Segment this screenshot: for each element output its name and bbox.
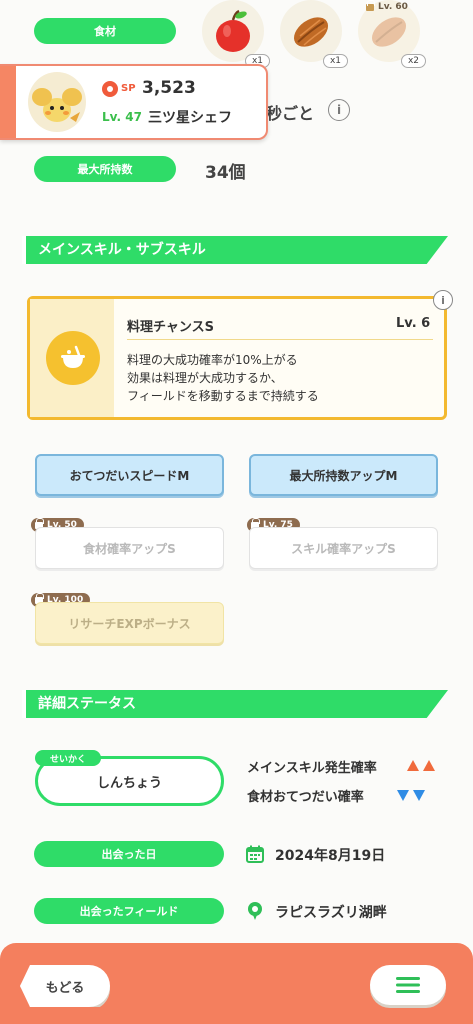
apple-icon	[216, 9, 250, 52]
nature-effect-2-label: 食材おてつだい確率	[247, 790, 364, 805]
lock-icon	[366, 0, 375, 11]
main-skill-divider	[127, 339, 433, 340]
ingredient-qty: x1	[322, 54, 348, 68]
menu-button[interactable]	[370, 965, 446, 1005]
back-button-label: もどる	[45, 980, 85, 996]
met-date-label: 出会った日	[34, 841, 224, 867]
up-arrows-icon	[407, 760, 435, 771]
main-skill-card[interactable]: 料理チャンスS Lv. 6 料理の大成功確率が10%上がる 効果は料理が大成功す…	[27, 296, 447, 420]
card-stripe	[0, 66, 16, 138]
sp-icon	[102, 81, 118, 97]
details-section-title: 詳細ステータス	[38, 696, 136, 712]
met-field-label: 出会ったフィールド	[34, 898, 224, 924]
main-skill-desc-2: 効果は料理が大成功するか、	[127, 371, 283, 385]
main-skill-level: Lv. 6	[396, 316, 431, 331]
main-skill-name: 料理チャンスS	[127, 320, 214, 335]
max-carry-value: 34個	[205, 163, 246, 183]
pokemon-card[interactable]: SP 3,523 Lv. 47 三ツ星シェフ	[0, 64, 268, 140]
sub-skill-button-5[interactable]: リサーチEXPボーナス	[35, 602, 224, 644]
ingredient-slot-1[interactable]: x1	[202, 0, 270, 68]
main-skill-icon-panel	[30, 299, 114, 417]
unlock-level-tag: Lv. 60	[362, 0, 415, 14]
main-skill-desc-3: フィールドを移動するまで持続する	[127, 389, 319, 403]
back-button[interactable]: もどる	[20, 965, 110, 1007]
sub-skill-button-4[interactable]: スキル確率アップS	[249, 527, 438, 569]
help-interval-text: 秒ごと	[266, 104, 315, 123]
down-arrows-icon	[397, 790, 425, 801]
pokemon-title: 三ツ星シェフ	[148, 110, 232, 126]
main-skill-info-icon[interactable]: i	[433, 290, 453, 310]
nature-value: しんちょう	[96, 775, 162, 791]
cooking-pot-icon	[46, 331, 100, 385]
max-carry-label: 最大所持数	[34, 156, 176, 182]
sub-skill-button-2[interactable]: 最大所持数アップM	[249, 454, 438, 496]
dedenne-icon	[32, 88, 82, 122]
sub-skill-button-3[interactable]: 食材確率アップS	[35, 527, 224, 569]
details-section-header: 詳細ステータス	[22, 690, 448, 718]
sub-skill-button-1[interactable]: おてつだいスピードM	[35, 454, 224, 496]
nature-tag: せいかく	[35, 750, 101, 766]
skills-section-header: メインスキル・サブスキル	[22, 236, 448, 264]
ingredient-qty: x2	[400, 54, 426, 68]
main-skill-desc-1: 料理の大成功確率が10%上がる	[127, 353, 298, 367]
skills-section-title: メインスキル・サブスキル	[38, 242, 206, 258]
hamburger-menu-icon	[396, 977, 420, 993]
met-date-value: 2024年8月19日	[275, 848, 386, 864]
cacao-icon	[293, 17, 329, 47]
footer-bar: もどる	[0, 943, 473, 1024]
calendar-icon	[246, 845, 264, 863]
sp-label: SP	[121, 83, 136, 94]
ingredients-label: 食材	[34, 18, 176, 44]
unlock-level-text: Lv. 60	[378, 2, 408, 12]
info-icon[interactable]: i	[328, 99, 350, 121]
pokemon-level: Lv. 47	[102, 110, 142, 124]
location-pin-icon	[248, 902, 262, 920]
sp-value: 3,523	[142, 78, 196, 98]
ingredient-slot-2[interactable]: x1	[280, 0, 348, 68]
nature-effect-1-label: メインスキル発生確率	[247, 761, 377, 776]
met-field-value: ラピスラズリ湖畔	[275, 905, 387, 921]
pokemon-avatar	[28, 72, 86, 132]
